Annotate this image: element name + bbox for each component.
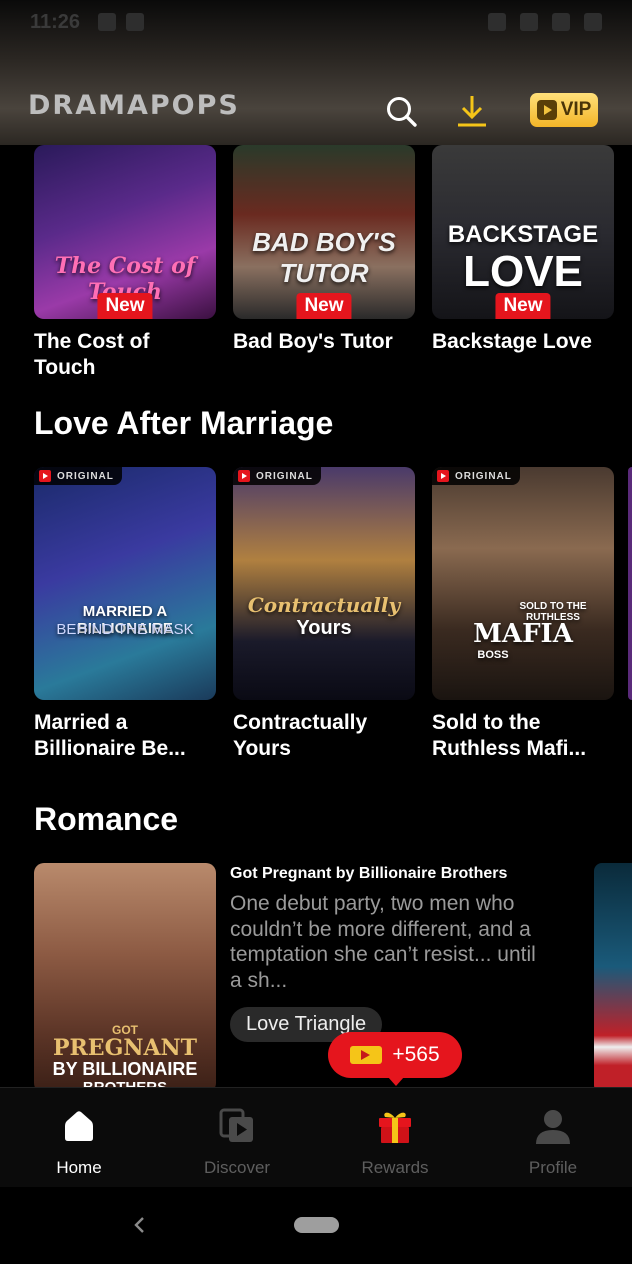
next-card-peek (628, 467, 632, 700)
vip-label: VIP (560, 99, 592, 120)
poster-title-line1: Contractually (247, 593, 401, 617)
section-title-love-after-marriage: Love After Marriage (34, 405, 334, 441)
nav-label: Discover (203, 1158, 271, 1177)
new-badge: New (97, 293, 153, 319)
telegram-icon (126, 13, 145, 31)
profile-icon (536, 1110, 570, 1144)
gift-icon (379, 1112, 411, 1143)
nav-label: Profile (528, 1158, 578, 1177)
search-icon[interactable] (384, 94, 418, 128)
bottom-navigation: Home Discover Rewards Profile (0, 1087, 632, 1187)
next-item-peek[interactable] (594, 863, 632, 1087)
drama-poster: ORIGINAL MARRIED A BILLIONAIRE BEHIND TH… (34, 467, 216, 700)
drama-card[interactable]: The Cost of Touch New The Cost of Touch (34, 145, 216, 381)
drama-poster: BAD BOY'S TUTOR New (233, 145, 415, 319)
section-title-romance: Romance (34, 801, 179, 837)
new-badge: New (495, 293, 551, 319)
romance-item-description: One debut party, two men who couldn’t be… (230, 892, 536, 992)
nav-item-rewards[interactable]: Rewards (316, 1088, 474, 1187)
poster-title-line3: BOSS (477, 649, 509, 661)
app-logo: DRAMAPOPS (28, 90, 240, 121)
poster-title: BAD BOY'S TUTOR (252, 227, 396, 288)
reward-count: +565 (392, 1043, 440, 1066)
poster-title-line2: Yours (296, 617, 352, 639)
drama-card[interactable]: ORIGINAL MARRIED A BILLIONAIRE BEHIND TH… (34, 467, 216, 762)
new-badge: New (296, 293, 352, 319)
drama-title: Sold to the Ruthless Mafi... (432, 711, 587, 760)
drama-card[interactable]: BACKSTAGE LOVE New Backstage Love (432, 145, 614, 381)
original-badge: ORIGINAL (233, 467, 321, 485)
nav-label: Rewards (361, 1158, 429, 1177)
home-feed[interactable]: The Cost of Touch New The Cost of Touch … (0, 145, 632, 1087)
top-drama-row: The Cost of Touch New The Cost of Touch … (34, 145, 614, 381)
nav-label: Home (56, 1158, 102, 1177)
status-time: 11:26 (30, 10, 81, 33)
home-gesture-pill[interactable] (294, 1217, 339, 1233)
original-play-icon (437, 470, 449, 482)
drama-title: Backstage Love (432, 330, 592, 353)
discover-icon (219, 1108, 253, 1142)
battery-icon (584, 13, 602, 31)
status-system-icons (488, 13, 602, 31)
drama-card[interactable]: ORIGINAL SOLD TO THE RUTHLESS MAFIA BOSS… (432, 467, 614, 762)
love-after-marriage-row: ORIGINAL MARRIED A BILLIONAIRE BEHIND TH… (34, 467, 614, 762)
romance-item-title: Got Pregnant by Billionaire Brothers (230, 865, 508, 882)
poster-title-line1: BACKSTAGE (447, 221, 599, 248)
poster-title-line2: LOVE (463, 247, 583, 296)
drama-poster: GOT PREGNANT BY BILLIONAIRE BROTHERS (34, 863, 216, 1087)
app-header: 11:26 DRAMAPOPS VIP (0, 0, 632, 145)
drama-title: Married a Billionaire Be... (34, 711, 186, 760)
drama-poster: BACKSTAGE LOVE New (432, 145, 614, 319)
nav-item-profile[interactable]: Profile (474, 1088, 632, 1187)
drama-poster: ORIGINAL Contractually Yours (233, 467, 415, 700)
original-play-icon (39, 470, 51, 482)
original-badge: ORIGINAL (432, 467, 520, 485)
nav-item-discover[interactable]: Discover (158, 1088, 316, 1187)
nav-item-home[interactable]: Home (0, 1088, 158, 1187)
drama-poster: ORIGINAL SOLD TO THE RUTHLESS MAFIA BOSS (432, 467, 614, 700)
system-navigation-bar (0, 1187, 632, 1264)
drama-poster: The Cost of Touch New (34, 145, 216, 319)
alarm-icon (520, 13, 538, 31)
status-notification-icons (98, 13, 145, 31)
vibrate-icon (488, 13, 506, 31)
poster-title-line3: BY BILLIONAIRE (52, 1059, 198, 1079)
notification-icon (98, 13, 117, 31)
poster-title-line4: BROTHERS (34, 1079, 216, 1087)
reward-coins-pill[interactable]: +565 (328, 1032, 462, 1086)
back-icon[interactable] (130, 1215, 150, 1235)
ticket-icon (350, 1046, 383, 1064)
poster-title-line2: MAFIA (473, 619, 573, 649)
drama-title: The Cost of Touch (34, 330, 150, 379)
poster-title-line2: BEHIND THE MASK (56, 621, 194, 638)
drama-title: Bad Boy's Tutor (233, 330, 393, 353)
original-play-icon (238, 470, 250, 482)
status-bar: 11:26 (30, 8, 602, 36)
wifi-icon (552, 13, 570, 31)
original-badge: ORIGINAL (34, 467, 122, 485)
home-icon (65, 1111, 93, 1141)
drama-card[interactable]: BAD BOY'S TUTOR New Bad Boy's Tutor (233, 145, 415, 381)
vip-play-icon (536, 100, 557, 120)
download-icon[interactable] (455, 94, 489, 128)
poster-title-line2: PREGNANT (52, 1035, 198, 1061)
drama-card[interactable]: ORIGINAL Contractually Yours Contractual… (233, 467, 415, 762)
drama-title: Contractually Yours (233, 711, 368, 760)
vip-button[interactable]: VIP (530, 93, 598, 127)
